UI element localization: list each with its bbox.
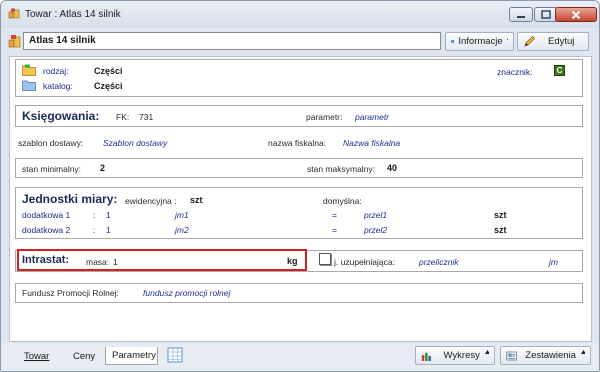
fk-label: FK: bbox=[116, 112, 130, 122]
masa-value[interactable]: 1 bbox=[113, 257, 118, 267]
dodatkowa-2-base: szt bbox=[494, 225, 507, 235]
dodatkowa-2-label: dodatkowa 2 bbox=[22, 225, 71, 235]
stan-min-value[interactable]: 2 bbox=[100, 163, 105, 173]
pencil-icon bbox=[524, 36, 535, 47]
dodatkowa-2-eq: = bbox=[332, 225, 337, 235]
tab-parametry[interactable]: Parametry bbox=[105, 347, 158, 365]
product-icon bbox=[8, 35, 21, 48]
tab-towar[interactable]: Towar bbox=[18, 347, 55, 365]
title-bar: Towar : Atlas 14 silnik bbox=[1, 1, 599, 28]
wykresy-label: Wykresy bbox=[443, 350, 480, 361]
znacznik-badge[interactable]: C bbox=[554, 65, 565, 76]
ewidencyjna-label: ewidencyjna : bbox=[125, 196, 177, 206]
parametr-label: parametr: bbox=[306, 112, 343, 122]
intrastat-title: Intrastat: bbox=[22, 254, 70, 266]
minimize-button[interactable] bbox=[509, 7, 533, 22]
przelicznik-value[interactable]: przelicznik bbox=[419, 257, 459, 267]
info-label: Informacje bbox=[458, 36, 503, 47]
szablon-value[interactable]: Szablon dostawy bbox=[103, 138, 167, 148]
caret-up-icon bbox=[580, 349, 585, 354]
window-title: Towar : Atlas 14 silnik bbox=[25, 9, 121, 20]
stan-min-label: stan minimalny: bbox=[22, 164, 82, 174]
fundusz-value[interactable]: fundusz promocji rolnej bbox=[143, 288, 230, 298]
caret-up-icon bbox=[506, 37, 508, 40]
zestawienia-button[interactable]: Zestawienia bbox=[500, 346, 591, 365]
maximize-icon bbox=[541, 10, 551, 19]
dodatkowa-1-colon: : bbox=[93, 210, 96, 220]
tab-towar-label: Towar bbox=[24, 350, 50, 362]
jm-value[interactable]: jm bbox=[549, 257, 558, 267]
katalog-value[interactable]: Części bbox=[94, 81, 123, 91]
product-name-field[interactable]: Atlas 14 silnik bbox=[23, 32, 441, 50]
edit-label: Edytuj bbox=[548, 36, 575, 47]
close-icon bbox=[571, 10, 581, 19]
rodzaj-label: rodzaj: bbox=[43, 66, 69, 76]
znacznik-label: znacznik: bbox=[497, 67, 533, 77]
szablon-label: szablon dostawy: bbox=[18, 138, 84, 148]
dodatkowa-2-conv[interactable]: przel2 bbox=[364, 225, 387, 235]
ksiegowania-group bbox=[15, 105, 583, 127]
nazwa-fiskalna-value[interactable]: Nazwa fiskalna bbox=[343, 138, 400, 148]
parametr-value[interactable]: parametr bbox=[355, 112, 389, 122]
dodatkowa-1-unit[interactable]: jm1 bbox=[175, 210, 189, 220]
dodatkowa-1-base: szt bbox=[494, 210, 507, 220]
fk-value[interactable]: 731 bbox=[139, 112, 153, 122]
app-icon bbox=[8, 8, 20, 19]
jm-uzupelniajaca-label: j. uzupełniająca: bbox=[334, 257, 395, 267]
zestawienia-label: Zestawienia bbox=[525, 350, 576, 361]
minimize-icon bbox=[517, 15, 525, 18]
caret-up-icon bbox=[484, 349, 489, 354]
stan-max-label: stan maksymalny: bbox=[307, 164, 376, 174]
tab-ceny-label: Ceny bbox=[73, 350, 96, 362]
catalog-folder-icon bbox=[22, 80, 36, 91]
stan-max-value[interactable]: 40 bbox=[387, 163, 397, 173]
fundusz-label: Fundusz Promocji Rolnej: bbox=[22, 288, 119, 298]
info-icon bbox=[451, 39, 455, 44]
dodatkowa-2-colon: : bbox=[93, 225, 96, 235]
folder-icon bbox=[22, 64, 36, 76]
jm-uzupelniajaca-checkbox[interactable] bbox=[319, 253, 331, 265]
jednostki-title: Jednostki miary: bbox=[22, 192, 118, 206]
info-button[interactable]: Informacje bbox=[445, 32, 514, 51]
katalog-label: katalog: bbox=[43, 81, 73, 91]
general-group bbox=[15, 59, 583, 97]
masa-unit: kg bbox=[287, 256, 298, 266]
close-button[interactable] bbox=[555, 7, 597, 22]
dodatkowa-2-unit[interactable]: jm2 bbox=[175, 225, 189, 235]
tab-ceny[interactable]: Ceny bbox=[67, 347, 101, 365]
tab-parametry-label: Parametry bbox=[112, 350, 156, 361]
wykresy-button[interactable]: Wykresy bbox=[415, 346, 495, 365]
rodzaj-value[interactable]: Części bbox=[94, 66, 123, 76]
dodatkowa-1-qty[interactable]: 1 bbox=[106, 210, 111, 220]
bar-chart-icon bbox=[421, 352, 431, 361]
dodatkowa-1-eq: = bbox=[332, 210, 337, 220]
report-icon bbox=[506, 351, 517, 360]
table-icon[interactable] bbox=[167, 347, 183, 363]
dodatkowa-1-conv[interactable]: przel1 bbox=[364, 210, 387, 220]
ksiegowania-title: Księgowania: bbox=[22, 109, 100, 123]
dodatkowa-1-label: dodatkowa 1 bbox=[22, 210, 71, 220]
nazwa-fiskalna-label: nazwa fiskalna: bbox=[268, 138, 327, 148]
dodatkowa-2-qty[interactable]: 1 bbox=[106, 225, 111, 235]
masa-label: masa: bbox=[86, 257, 110, 267]
edit-button[interactable]: Edytuj bbox=[517, 32, 589, 51]
domyslna-label: domyślna: bbox=[323, 196, 362, 206]
ewidencyjna-value[interactable]: szt bbox=[190, 195, 203, 205]
product-window: Towar : Atlas 14 silnik Atlas 14 silnik … bbox=[0, 0, 600, 372]
